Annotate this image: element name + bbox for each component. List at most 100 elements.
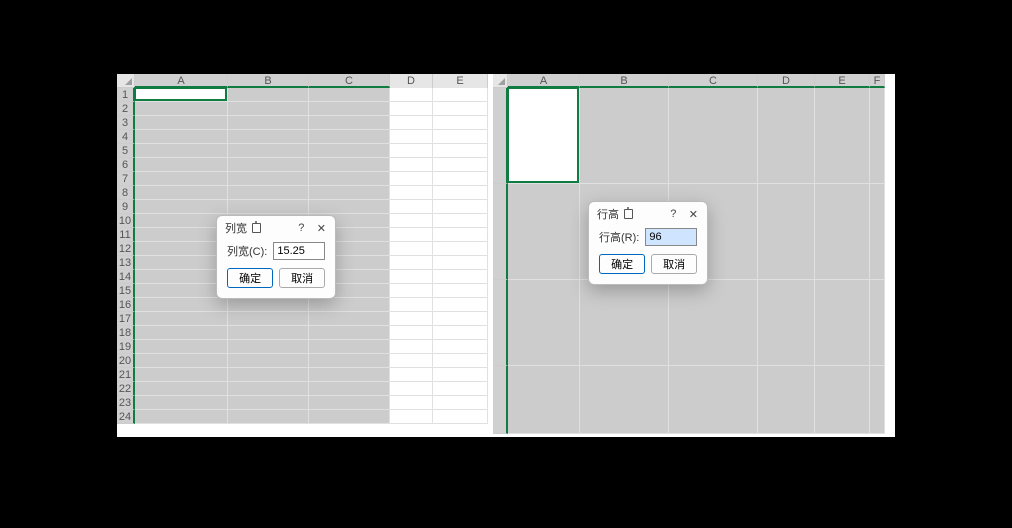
row-header[interactable]: 2 xyxy=(117,102,135,116)
cell[interactable] xyxy=(228,382,309,396)
select-all-corner[interactable] xyxy=(493,74,508,88)
pin-icon[interactable] xyxy=(623,209,633,219)
help-icon[interactable]: ? xyxy=(293,222,309,234)
cell[interactable] xyxy=(309,396,390,410)
row-header[interactable]: 19 xyxy=(117,340,135,354)
cell[interactable] xyxy=(228,200,309,214)
row-header[interactable] xyxy=(493,280,508,366)
cell[interactable] xyxy=(309,368,390,382)
cell[interactable] xyxy=(433,242,488,256)
cell[interactable] xyxy=(390,88,433,102)
cell[interactable] xyxy=(228,102,309,116)
row-header[interactable]: 21 xyxy=(117,368,135,382)
cell[interactable] xyxy=(135,256,228,270)
row-header[interactable]: 16 xyxy=(117,298,135,312)
column-header[interactable]: B xyxy=(228,74,309,88)
row-header[interactable]: 7 xyxy=(117,172,135,186)
cell[interactable] xyxy=(228,130,309,144)
cell[interactable] xyxy=(390,326,433,340)
row-header[interactable]: 24 xyxy=(117,410,135,424)
cell[interactable] xyxy=(309,312,390,326)
column-header[interactable]: D xyxy=(758,74,815,88)
cell[interactable] xyxy=(309,130,390,144)
cell[interactable] xyxy=(135,228,228,242)
cell[interactable] xyxy=(390,228,433,242)
cell[interactable] xyxy=(135,130,228,144)
cell[interactable] xyxy=(309,186,390,200)
row-header[interactable]: 6 xyxy=(117,158,135,172)
cell[interactable] xyxy=(309,172,390,186)
cell[interactable] xyxy=(309,116,390,130)
column-header[interactable]: F xyxy=(870,74,885,88)
cell[interactable] xyxy=(433,214,488,228)
cell[interactable] xyxy=(228,144,309,158)
cell[interactable] xyxy=(433,382,488,396)
cell[interactable] xyxy=(433,228,488,242)
row-header[interactable]: 14 xyxy=(117,270,135,284)
cell[interactable] xyxy=(433,158,488,172)
cell[interactable] xyxy=(433,116,488,130)
cell[interactable] xyxy=(390,214,433,228)
cell[interactable] xyxy=(135,200,228,214)
row-header[interactable]: 12 xyxy=(117,242,135,256)
row-header[interactable]: 3 xyxy=(117,116,135,130)
cell[interactable] xyxy=(390,340,433,354)
cell[interactable] xyxy=(433,88,488,102)
cell[interactable] xyxy=(135,340,228,354)
pin-icon[interactable] xyxy=(251,223,261,233)
cell[interactable] xyxy=(135,102,228,116)
dialog-titlebar[interactable]: 行高 ? ✕ xyxy=(589,202,707,224)
row-header[interactable]: 22 xyxy=(117,382,135,396)
cell[interactable] xyxy=(228,298,309,312)
cell[interactable] xyxy=(390,270,433,284)
row-header[interactable] xyxy=(493,184,508,280)
column-header[interactable]: A xyxy=(508,74,580,88)
cell[interactable] xyxy=(580,280,669,366)
cell[interactable] xyxy=(135,158,228,172)
cell[interactable] xyxy=(433,312,488,326)
cell[interactable] xyxy=(433,200,488,214)
cell[interactable] xyxy=(390,410,433,424)
cell[interactable] xyxy=(135,242,228,256)
cell[interactable] xyxy=(228,186,309,200)
cell[interactable] xyxy=(135,214,228,228)
dialog-titlebar[interactable]: 列宽 ? ✕ xyxy=(217,216,335,238)
active-cell[interactable] xyxy=(134,87,227,101)
row-header[interactable]: 18 xyxy=(117,326,135,340)
cell[interactable] xyxy=(390,256,433,270)
cell[interactable] xyxy=(433,256,488,270)
cell[interactable] xyxy=(433,186,488,200)
cell[interactable] xyxy=(228,312,309,326)
cell[interactable] xyxy=(390,186,433,200)
cell[interactable] xyxy=(390,172,433,186)
cell[interactable] xyxy=(228,158,309,172)
cell[interactable] xyxy=(390,396,433,410)
cell[interactable] xyxy=(669,88,758,184)
cell[interactable] xyxy=(135,410,228,424)
cell[interactable] xyxy=(433,270,488,284)
cell[interactable] xyxy=(228,88,309,102)
ok-button[interactable]: 确定 xyxy=(599,254,645,274)
row-header[interactable]: 13 xyxy=(117,256,135,270)
cell[interactable] xyxy=(390,102,433,116)
cell[interactable] xyxy=(433,354,488,368)
active-cell[interactable] xyxy=(507,87,579,183)
cell[interactable] xyxy=(390,312,433,326)
cell[interactable] xyxy=(433,368,488,382)
cell[interactable] xyxy=(135,312,228,326)
cell[interactable] xyxy=(135,354,228,368)
cell[interactable] xyxy=(228,340,309,354)
cell[interactable] xyxy=(309,102,390,116)
cell[interactable] xyxy=(309,410,390,424)
cell[interactable] xyxy=(228,326,309,340)
close-icon[interactable]: ✕ xyxy=(313,222,329,235)
cell[interactable] xyxy=(870,88,885,184)
cell[interactable] xyxy=(758,366,815,434)
column-header[interactable]: C xyxy=(669,74,758,88)
cell[interactable] xyxy=(508,280,580,366)
cell[interactable] xyxy=(815,366,870,434)
cell[interactable] xyxy=(390,298,433,312)
cell[interactable] xyxy=(433,130,488,144)
ok-button[interactable]: 确定 xyxy=(227,268,273,288)
row-header[interactable]: 1 xyxy=(117,88,135,102)
